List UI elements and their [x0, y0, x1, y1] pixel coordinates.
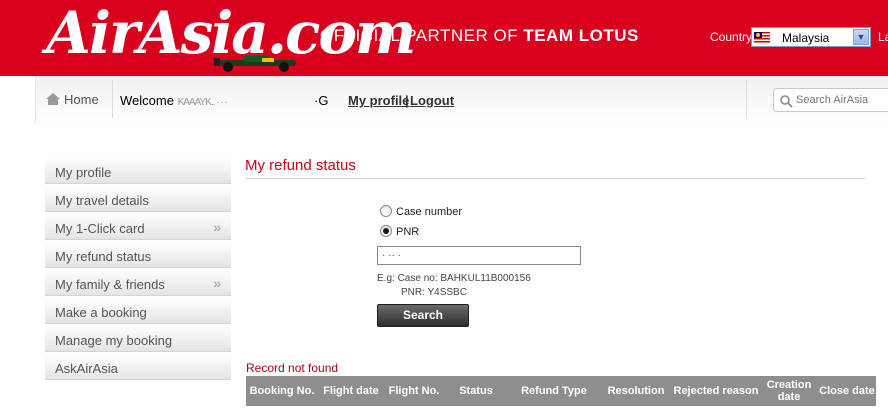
- account-sidebar: My profile My travel details My 1-Click …: [45, 158, 231, 382]
- search-button[interactable]: Search: [377, 304, 469, 327]
- column-header: Refund Type: [521, 385, 587, 397]
- race-car-icon: [214, 56, 296, 72]
- home-icon: [46, 93, 60, 105]
- sidebar-item-make-a-booking[interactable]: Make a booking: [45, 298, 231, 324]
- sidebar-item-my-family-friends[interactable]: My family & friends »: [45, 270, 231, 296]
- pnr-input[interactable]: [377, 246, 581, 265]
- refund-table-header: Booking No. Flight date Flight No. Statu…: [246, 376, 876, 406]
- sidebar-item-label: AskAirAsia: [55, 361, 118, 376]
- chevron-down-icon[interactable]: ▼: [853, 29, 869, 45]
- logout-link[interactable]: Logout: [410, 93, 454, 108]
- search-input[interactable]: [796, 92, 888, 108]
- column-header: Creation date: [766, 379, 812, 403]
- double-chevron-icon: »: [213, 219, 221, 235]
- welcome-name-end: ·G: [314, 93, 329, 108]
- radio-pnr[interactable]: PNR: [380, 225, 419, 238]
- malaysia-flag-icon: [754, 32, 770, 43]
- sidebar-item-my-1-click-card[interactable]: My 1-Click card »: [45, 214, 231, 240]
- sidebar-item-my-travel-details[interactable]: My travel details: [45, 186, 231, 212]
- welcome-masked-name: KAAAYK.. · · ·: [177, 97, 228, 108]
- radio-button-selected[interactable]: [380, 225, 392, 237]
- partner-team: TEAM LOTUS: [523, 26, 639, 45]
- double-chevron-icon: »: [213, 275, 221, 291]
- title-divider: [245, 178, 865, 179]
- nav-divider: [746, 80, 747, 118]
- home-label: Home: [64, 92, 99, 107]
- country-label: Country: [710, 30, 753, 44]
- radio-label: PNR: [396, 226, 420, 238]
- site-search[interactable]: [773, 88, 888, 112]
- partner-tagline: OFFICIAL PARTNER OF TEAM LOTUS: [320, 26, 639, 46]
- search-icon[interactable]: [779, 94, 793, 108]
- example-pnr: PNR: Y4SSBC: [401, 287, 467, 298]
- nav-divider: [112, 80, 113, 118]
- my-profile-link[interactable]: My profile: [348, 93, 409, 108]
- column-header: Booking No.: [249, 385, 315, 397]
- sidebar-item-label: Make a booking: [55, 305, 147, 320]
- sidebar-item-label: My 1-Click card: [55, 221, 145, 236]
- sidebar-item-label: My refund status: [55, 249, 152, 264]
- column-header: Rejected reason: [673, 385, 759, 397]
- sidebar-item-label: My travel details: [55, 193, 149, 208]
- welcome-text: Welcome KAAAYK.. · · ·: [120, 93, 328, 108]
- country-value: Malaysia: [782, 31, 830, 45]
- country-select[interactable]: Malaysia ▼: [751, 27, 871, 47]
- column-header: Close date: [819, 385, 875, 397]
- radio-label: Case number: [396, 206, 463, 218]
- home-link[interactable]: Home: [46, 92, 99, 107]
- sidebar-item-label: My profile: [55, 165, 112, 180]
- record-not-found-message: Record not found: [246, 361, 339, 375]
- radio-case-number[interactable]: Case number: [380, 205, 462, 218]
- sidebar-item-askairasia[interactable]: AskAirAsia: [45, 354, 231, 380]
- language-label: La: [878, 30, 888, 44]
- welcome-prefix: Welcome: [120, 93, 178, 108]
- link-separator: |: [405, 93, 409, 108]
- column-header: Status: [459, 385, 493, 397]
- column-header: Resolution: [607, 385, 665, 397]
- sidebar-item-manage-my-booking[interactable]: Manage my booking: [45, 326, 231, 352]
- column-header: Flight No.: [388, 385, 440, 397]
- sidebar-item-my-profile[interactable]: My profile: [45, 158, 231, 184]
- nav-bar: Home Welcome KAAAYK.. · · · ·G My profil…: [35, 76, 888, 124]
- sidebar-item-label: Manage my booking: [55, 333, 173, 348]
- page-title: My refund status: [245, 157, 356, 174]
- column-header: Flight date: [323, 385, 379, 397]
- radio-button[interactable]: [380, 205, 392, 217]
- sidebar-item-label: My family & friends: [55, 277, 165, 292]
- sidebar-item-my-refund-status[interactable]: My refund status: [45, 242, 231, 268]
- example-case-number: E.g: Case no: BAHKUL11B000156: [377, 273, 531, 284]
- partner-prefix: OFFICIAL PARTNER OF: [320, 26, 524, 45]
- site-header: AirAsia.com OFFICIAL PARTNER OF TEAM LOT…: [0, 0, 888, 76]
